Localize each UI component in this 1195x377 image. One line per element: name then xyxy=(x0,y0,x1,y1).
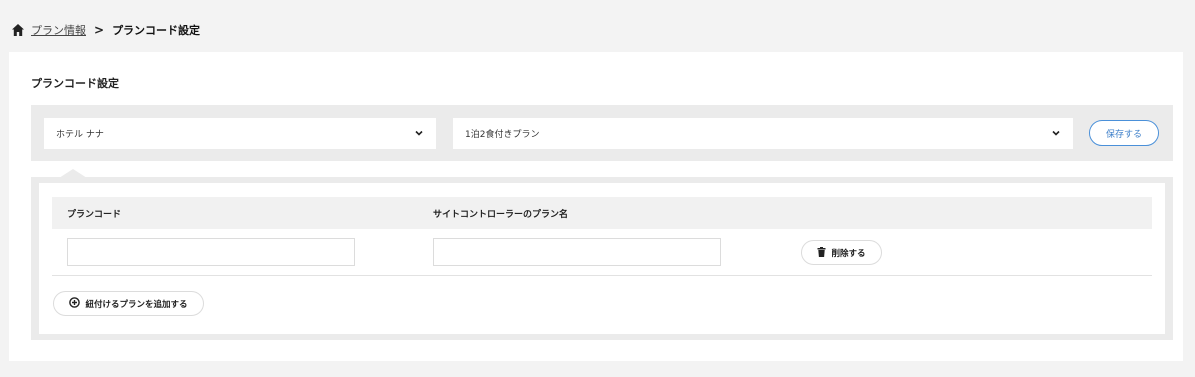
breadcrumb: プラン情報 > プランコード設定 xyxy=(11,18,200,42)
add-linked-plan-button[interactable]: 紐付けるプランを追加する xyxy=(53,291,204,316)
hotel-select-value: ホテル ナナ xyxy=(56,130,104,140)
add-linked-plan-label: 紐付けるプランを追加する xyxy=(85,298,188,309)
table-row: 削除する xyxy=(52,229,1152,276)
breadcrumb-link-plan-info[interactable]: プラン情報 xyxy=(31,22,86,38)
column-header-site-controller-plan-name: サイトコントローラーのプラン名 xyxy=(433,209,569,220)
plan-code-settings-card: プランコード設定 ホテル ナナ 1泊2食付きプラン 保存する プランコード サイ… xyxy=(9,52,1183,361)
delete-button[interactable]: 削除する xyxy=(801,240,882,265)
save-button[interactable]: 保存する xyxy=(1089,120,1159,146)
trash-icon xyxy=(817,246,826,259)
plan-select[interactable]: 1泊2食付きプラン xyxy=(453,118,1073,149)
hotel-select[interactable]: ホテル ナナ xyxy=(44,118,436,149)
breadcrumb-current: プランコード設定 xyxy=(112,24,201,37)
delete-button-label: 削除する xyxy=(831,247,866,258)
site-controller-plan-name-input[interactable] xyxy=(433,238,721,266)
plan-mapping-panel-inner: プランコード サイトコントローラーのプラン名 削除する 紐付けるプランを追加する xyxy=(39,183,1165,334)
section-title: プランコード設定 xyxy=(31,77,119,90)
chevron-down-icon xyxy=(414,128,424,138)
chevron-down-icon xyxy=(1051,128,1061,138)
plan-select-value: 1泊2食付きプラン xyxy=(465,130,540,140)
filter-bar: ホテル ナナ 1泊2食付きプラン 保存する xyxy=(31,105,1173,161)
column-header-plan-code: プランコード xyxy=(67,209,122,220)
breadcrumb-separator: > xyxy=(94,23,105,37)
plan-code-input[interactable] xyxy=(67,238,355,266)
plus-circle-icon xyxy=(69,297,81,310)
plan-mapping-panel: プランコード サイトコントローラーのプラン名 削除する 紐付けるプランを追加する xyxy=(31,177,1173,340)
home-icon[interactable] xyxy=(11,23,25,37)
table-header: プランコード サイトコントローラーのプラン名 xyxy=(52,197,1152,229)
